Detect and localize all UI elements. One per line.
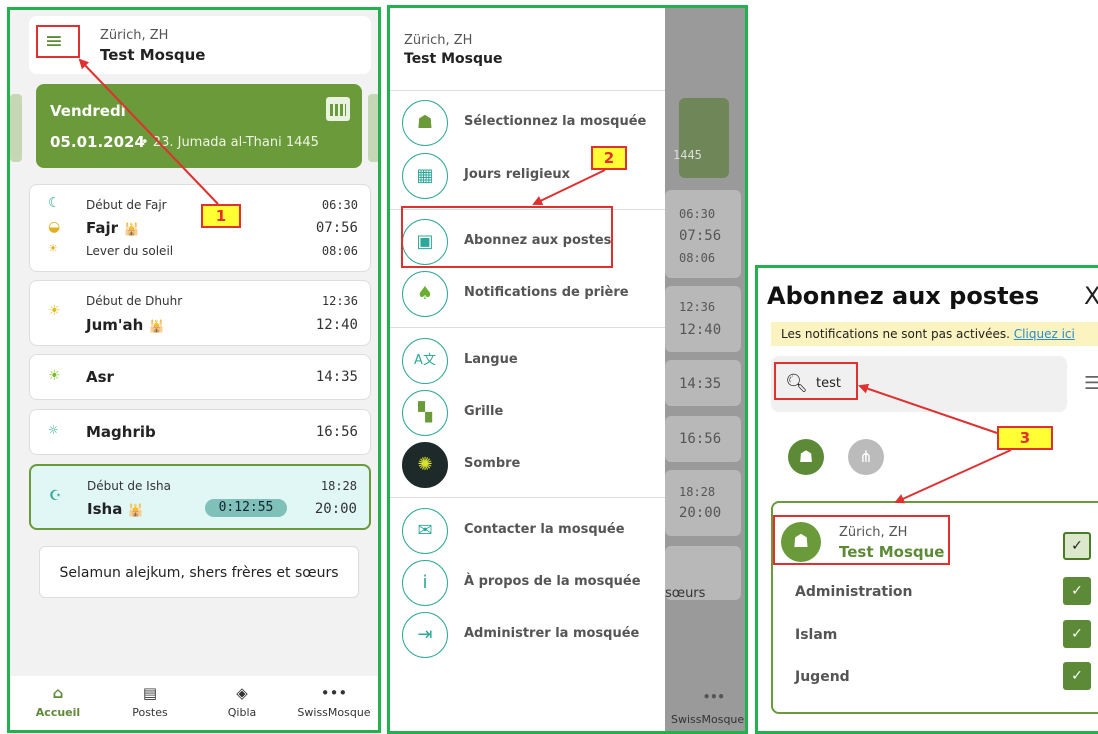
arrow-3b: [894, 449, 1012, 504]
arrow-1: [78, 58, 219, 205]
arrow-3a: [858, 383, 998, 434]
annotation-arrows: [78, 58, 1012, 504]
arrow-2: [532, 169, 606, 206]
